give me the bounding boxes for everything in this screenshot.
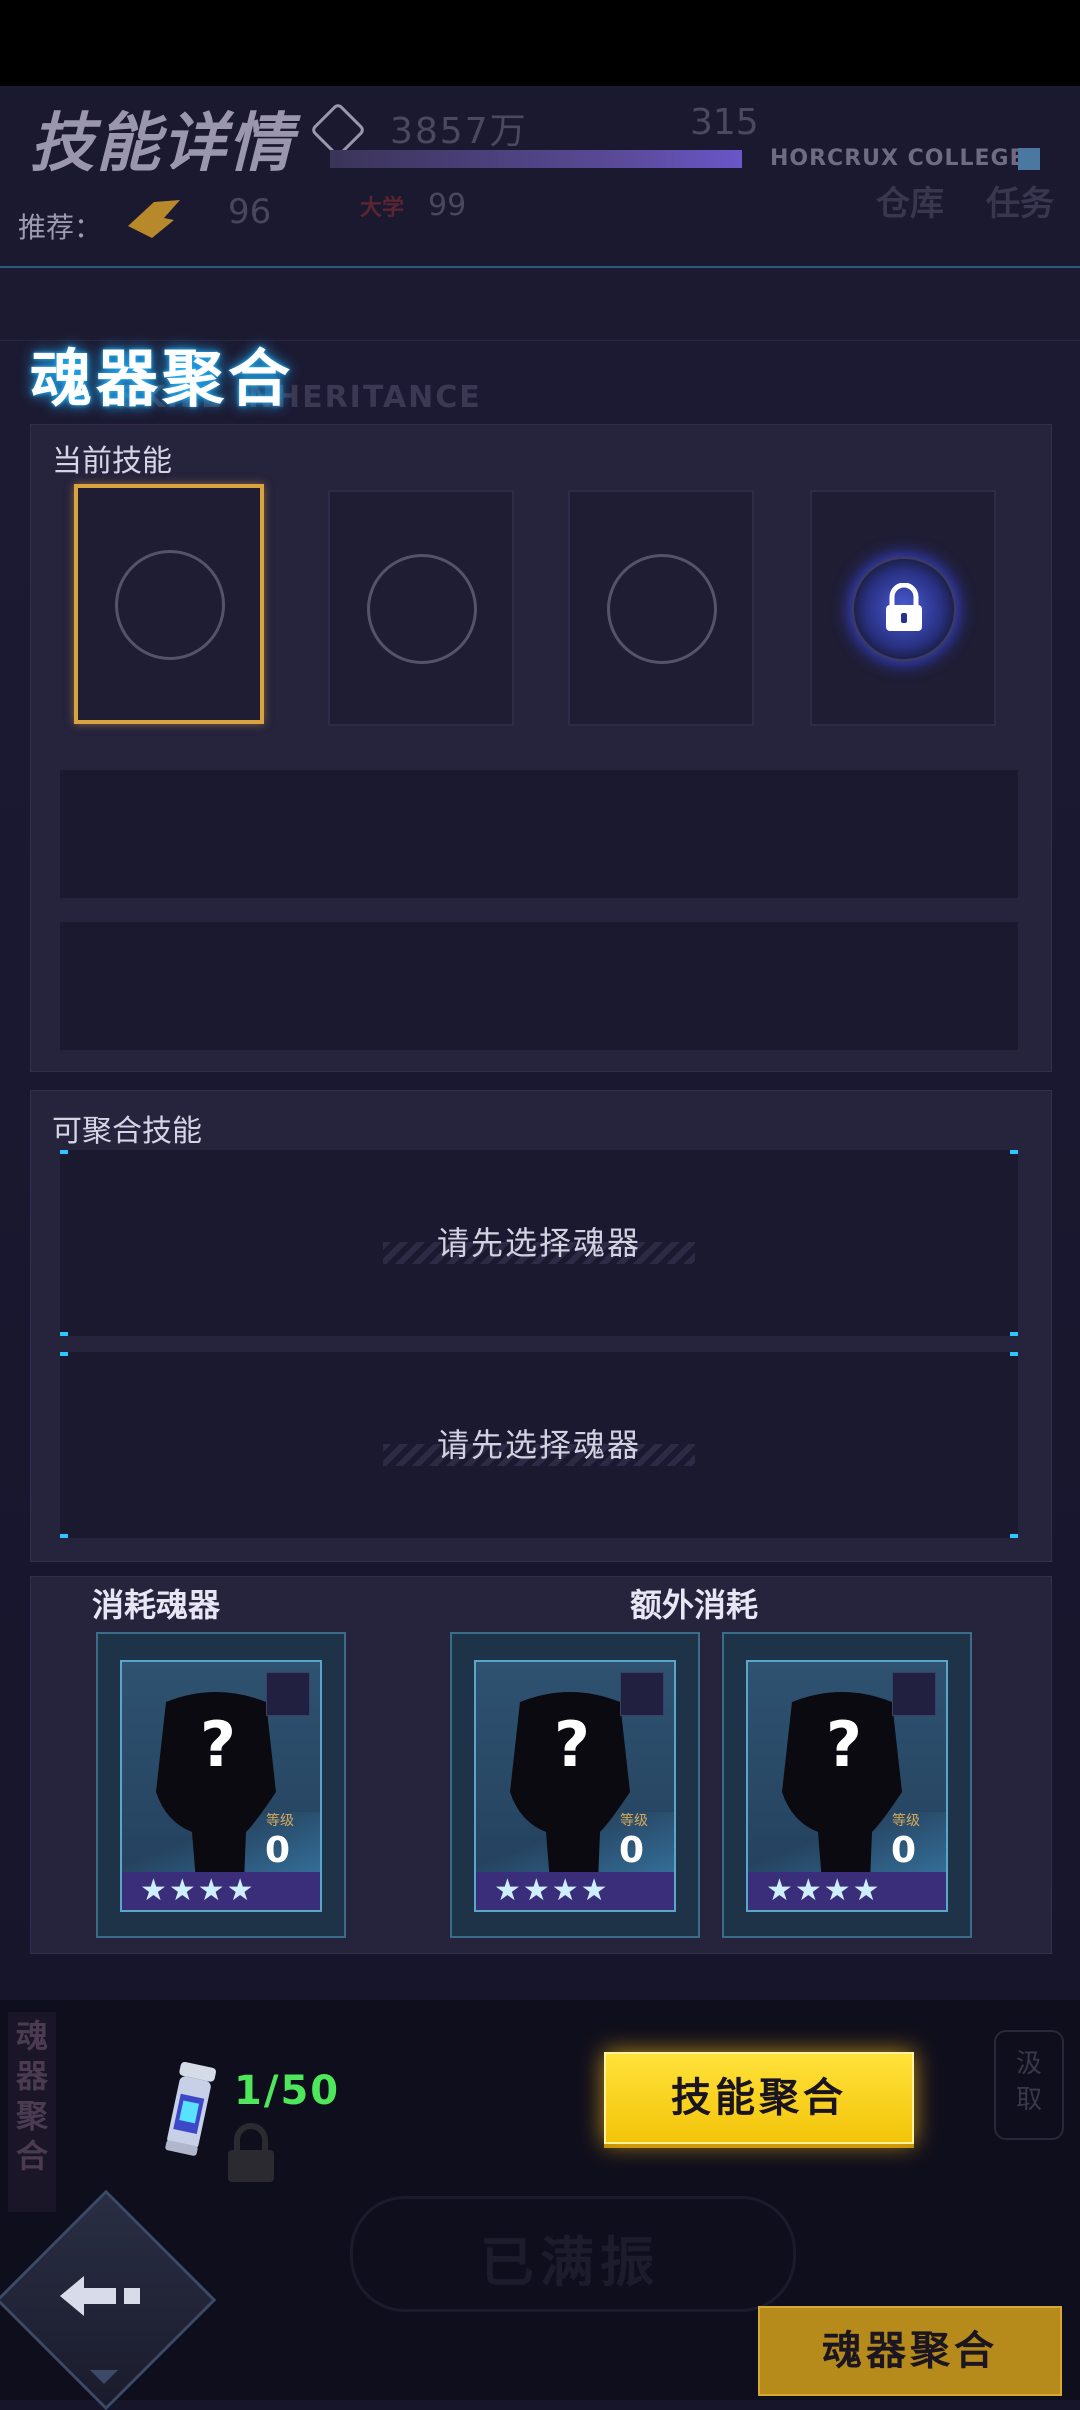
skill-description-box-1 bbox=[60, 770, 1018, 898]
consume-card-1[interactable]: ? 等级 0 ★★★★ bbox=[96, 1632, 346, 1938]
dialog-title: 魂器聚合 bbox=[30, 342, 295, 415]
side-tab-label: 魂器聚合 bbox=[15, 2017, 48, 2175]
gem-counter: 315 bbox=[690, 102, 759, 143]
university-value: 99 bbox=[428, 188, 467, 223]
card-level: 0 bbox=[264, 1830, 290, 1871]
card-question-mark: ? bbox=[200, 1708, 236, 1781]
skill-slot-4-locked[interactable] bbox=[810, 490, 996, 726]
merge-placeholder-text: 请先选择魂器 bbox=[436, 1224, 641, 1262]
extra-card-2[interactable]: ? 等级 0 ★★★★ bbox=[722, 1632, 972, 1938]
college-square-icon bbox=[1018, 148, 1040, 170]
recommend-value: 96 bbox=[228, 192, 272, 232]
card-level-label: 等级 bbox=[266, 1813, 294, 1829]
card-type-square bbox=[620, 1672, 664, 1716]
merge-option-2[interactable]: 请先选择魂器 bbox=[60, 1352, 1018, 1538]
soul-merge-tab-button[interactable]: 魂器聚合 bbox=[758, 2306, 1062, 2396]
card-level-label: 等级 bbox=[620, 1813, 648, 1829]
status-bar bbox=[0, 0, 1080, 86]
card-level-label: 等级 bbox=[892, 1813, 920, 1829]
consume-label: 消耗魂器 bbox=[92, 1586, 221, 1624]
recommend-label: 推荐： bbox=[18, 211, 103, 244]
item-count: 1/50 bbox=[234, 2068, 341, 2114]
gold-counter: 3857万 bbox=[390, 111, 528, 152]
skill-merge-button[interactable]: 技能聚合 bbox=[604, 2052, 914, 2144]
extra-consume-label: 额外消耗 bbox=[630, 1586, 759, 1624]
background-right-button: 汲取 bbox=[994, 2030, 1064, 2140]
soul-vial-icon bbox=[165, 2061, 217, 2156]
skill-slot-3[interactable] bbox=[568, 490, 754, 726]
skill-slot-2[interactable] bbox=[328, 490, 514, 726]
task-tab: 任务 bbox=[986, 184, 1054, 224]
extra-card-1[interactable]: ? 等级 0 ★★★★ bbox=[450, 1632, 700, 1938]
merge-placeholder-text: 请先选择魂器 bbox=[436, 1426, 641, 1464]
card-stars: ★★★★ bbox=[476, 1872, 674, 1910]
card-level: 0 bbox=[890, 1830, 916, 1871]
card-type-square bbox=[892, 1672, 936, 1716]
back-arrow-indicator bbox=[90, 2370, 118, 2384]
current-skills-label: 当前技能 bbox=[52, 444, 172, 479]
skill-description-box-2 bbox=[60, 922, 1018, 1050]
warehouse-tab: 仓库 bbox=[876, 184, 944, 224]
university-label: 大学 bbox=[360, 196, 405, 221]
merge-option-1[interactable]: 请先选择魂器 bbox=[60, 1150, 1018, 1336]
empty-slot-ring bbox=[607, 554, 717, 664]
card-stars: ★★★★ bbox=[748, 1872, 946, 1910]
recommend-wing-icon bbox=[128, 200, 180, 238]
card-type-square bbox=[266, 1672, 310, 1716]
card-level: 0 bbox=[618, 1830, 644, 1871]
lock-icon bbox=[228, 2123, 274, 2182]
background-bottom-button-text: 已满振 bbox=[480, 2231, 660, 2294]
background-title: 技能详情 bbox=[30, 107, 294, 181]
skill-slot-1[interactable] bbox=[74, 484, 264, 724]
mergeable-skills-label: 可聚合技能 bbox=[52, 1114, 202, 1149]
card-question-mark: ? bbox=[826, 1708, 862, 1781]
lock-icon bbox=[851, 556, 957, 662]
college-label: HORCRUX COLLEGE bbox=[770, 146, 1026, 171]
background-right-label: 汲取 bbox=[1015, 2049, 1042, 2115]
side-tab: 魂器聚合 bbox=[8, 2012, 56, 2212]
empty-slot-ring bbox=[115, 550, 225, 660]
card-question-mark: ? bbox=[554, 1708, 590, 1781]
back-arrow-icon bbox=[60, 2276, 140, 2316]
card-stars: ★★★★ bbox=[122, 1872, 320, 1910]
empty-slot-ring bbox=[367, 554, 477, 664]
